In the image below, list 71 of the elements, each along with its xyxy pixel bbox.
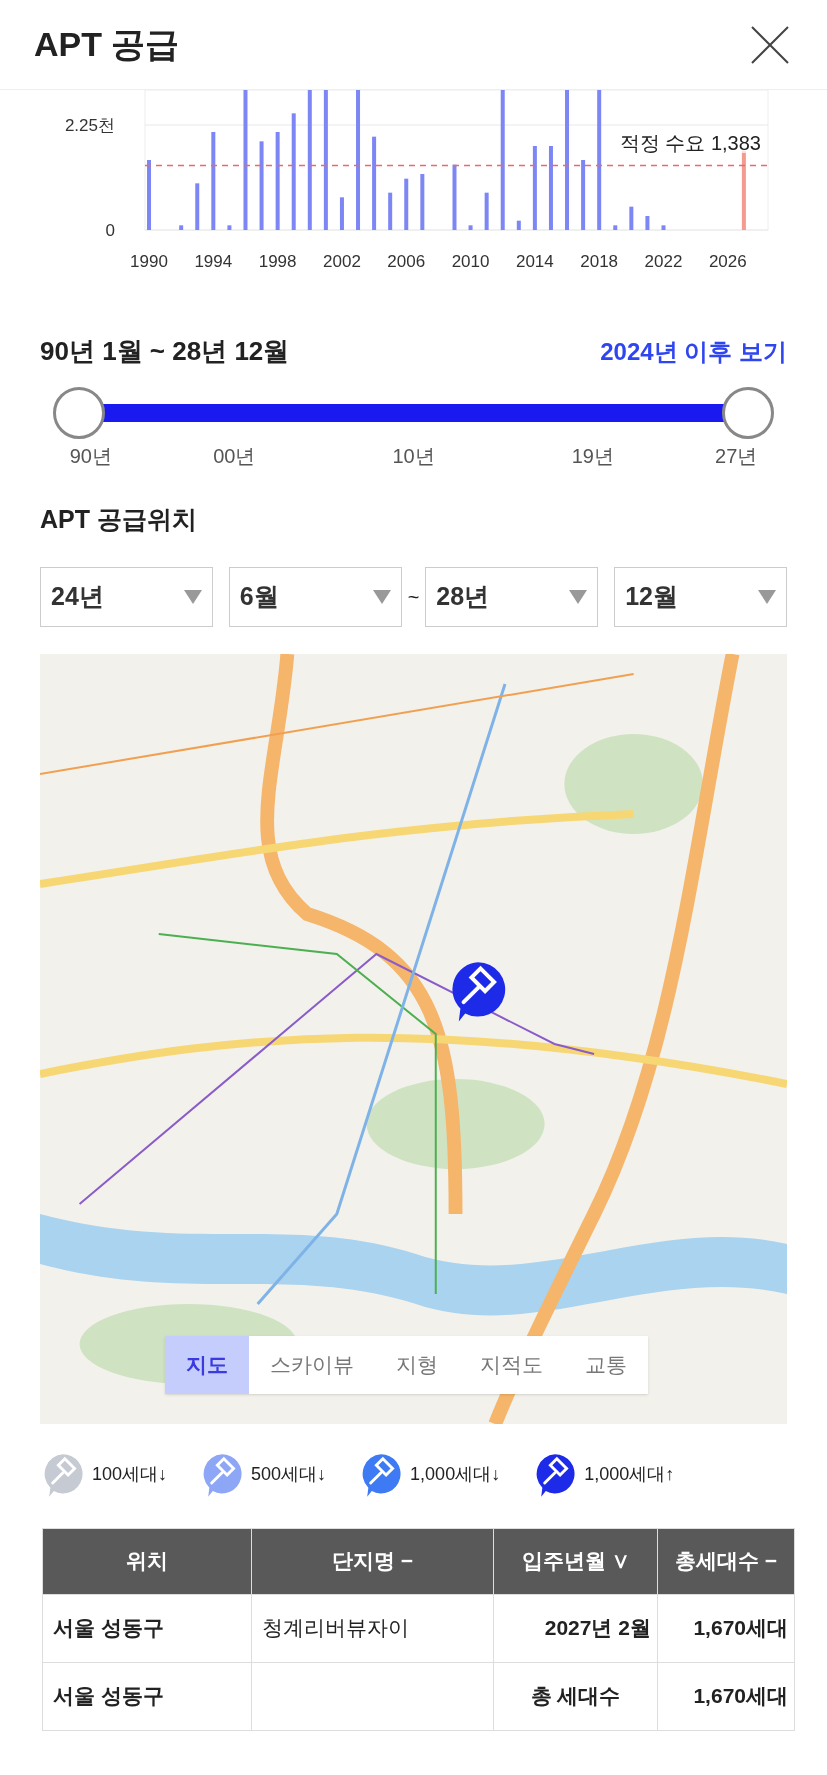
x-axis-label: 1994 [194, 253, 233, 270]
slider-tick-label: 10년 [392, 444, 435, 469]
column-header[interactable]: 총세대수 − [657, 1528, 795, 1594]
dropdown-arrow-icon [569, 589, 588, 604]
map-type-tab[interactable]: 교통 [564, 1335, 648, 1394]
table-cell: 총 세대수 [493, 1662, 658, 1730]
x-axis-label: 2026 [708, 253, 747, 270]
bar [581, 160, 586, 230]
bar [645, 216, 650, 230]
table-cell: 2027년 2월 [493, 1594, 658, 1662]
x-axis-label: 1990 [130, 253, 168, 270]
range-label: 90년 1월 ~ 28년 12월 [40, 335, 290, 368]
table-cell: 서울 성동구 [42, 1662, 252, 1730]
slider-tick-label: 19년 [571, 444, 614, 469]
table-cell: 1,670세대 [657, 1662, 795, 1730]
map-type-tab[interactable]: 지도 [165, 1335, 249, 1394]
after-2024-link[interactable]: 2024년 이후 보기 [600, 333, 787, 370]
legend-label: 500세대↓ [251, 1463, 327, 1486]
slider-tick-label: 00년 [213, 444, 256, 469]
table-cell: 1,670세대 [657, 1594, 795, 1662]
x-axis-label: 2018 [580, 253, 619, 270]
slider-end-thumb[interactable] [722, 387, 774, 439]
x-axis-label: 2002 [323, 253, 361, 270]
legend-label: 1,000세대↑ [584, 1463, 675, 1486]
slider-tick-label: 90년 [69, 444, 112, 469]
bar [227, 225, 232, 230]
bar [484, 192, 489, 230]
bar [147, 160, 151, 230]
slider-start-thumb[interactable] [53, 387, 105, 439]
column-header[interactable]: 입주년월 ∨ [493, 1528, 658, 1594]
x-axis-label: 1998 [258, 253, 297, 270]
bar [420, 174, 425, 230]
period-dropdown[interactable]: 24년 [40, 566, 213, 627]
period-dropdown[interactable]: 6월 [228, 566, 402, 627]
table-cell: 청계리버뷰자이 [251, 1594, 494, 1662]
map-type-tab[interactable]: 지형 [375, 1335, 459, 1394]
map-type-tab[interactable]: 스카이뷰 [249, 1335, 375, 1394]
range-slider[interactable] [55, 387, 772, 439]
demand-label: 적정 수요 1,383 [619, 133, 761, 154]
section-title: APT 공급위치 [40, 505, 197, 533]
bar [179, 225, 184, 230]
bar [452, 164, 457, 230]
bar [195, 183, 200, 230]
map-type-tab[interactable]: 지적도 [459, 1335, 564, 1394]
period-dropdown[interactable]: 12월 [614, 566, 787, 627]
x-axis-label: 2010 [451, 253, 490, 270]
dropdown-arrow-icon [372, 589, 391, 604]
dropdown-arrow-icon [758, 589, 776, 604]
dropdown-arrow-icon [183, 589, 202, 604]
page-title: APT 공급 [34, 24, 180, 65]
slider-tick-label: 27년 [715, 444, 758, 469]
x-axis-label: 2006 [387, 253, 426, 270]
x-axis-label: 2022 [644, 253, 683, 270]
y-axis-label: 0 [105, 221, 115, 239]
range-separator: ~ [407, 584, 420, 610]
bar [629, 206, 634, 230]
bar [661, 225, 666, 230]
y-axis-label: 2.25천 [64, 116, 115, 134]
legend-label: 100세대↓ [92, 1463, 168, 1486]
bar [613, 225, 618, 230]
bar [468, 225, 473, 230]
bar [388, 192, 393, 230]
column-header[interactable]: 단지명 − [251, 1528, 494, 1594]
x-axis-label: 2014 [515, 253, 554, 270]
bar [516, 220, 521, 230]
bar [404, 178, 409, 230]
bar [339, 197, 344, 230]
period-dropdown[interactable]: 28년 [425, 566, 599, 627]
legend-label: 1,000세대↓ [410, 1463, 501, 1486]
table-cell: 서울 성동구 [42, 1594, 252, 1662]
column-header[interactable]: 위치 [42, 1528, 252, 1594]
